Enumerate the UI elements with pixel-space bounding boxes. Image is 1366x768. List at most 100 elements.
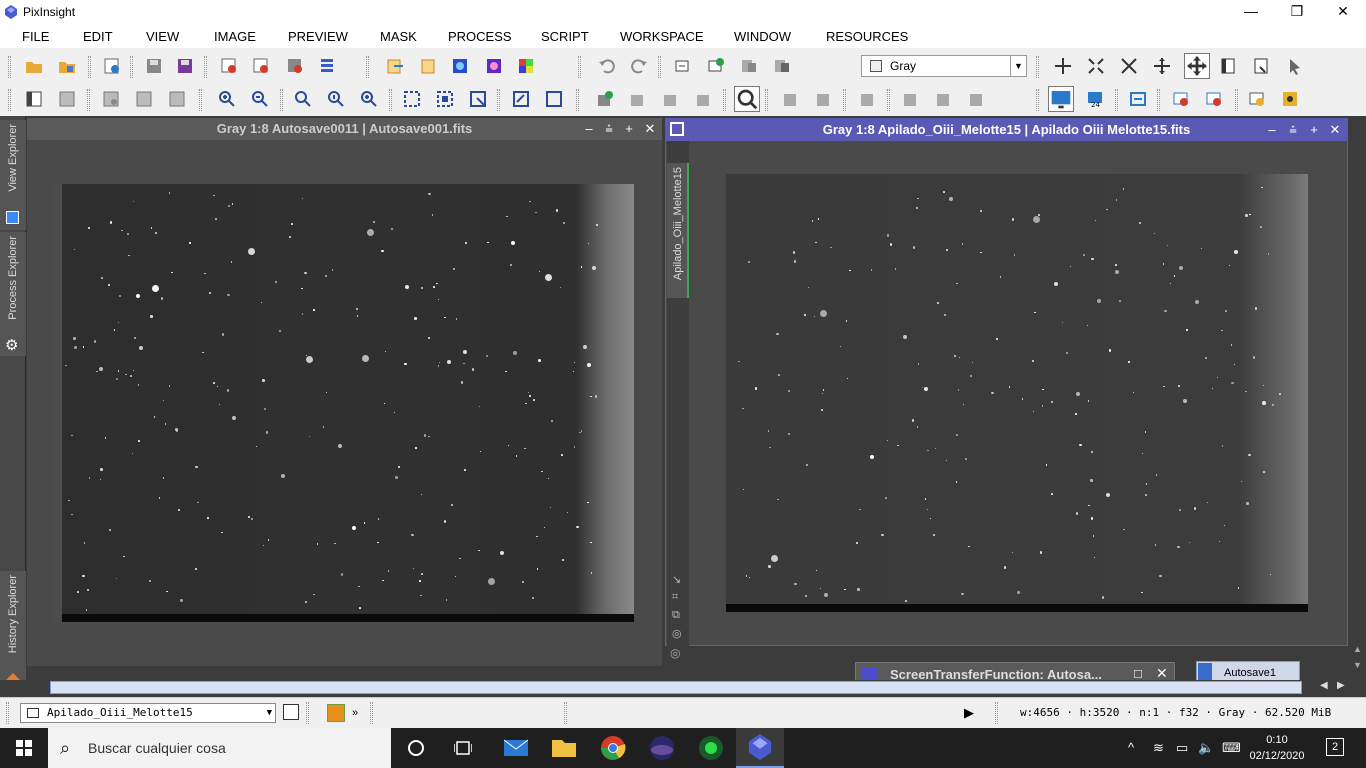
zoom-out-icon[interactable] — [251, 90, 269, 108]
scroll-up-icon[interactable]: ▲ — [1353, 644, 1362, 654]
menu-mask[interactable]: MASK — [380, 29, 417, 44]
minimize-button[interactable]: — — [1228, 0, 1274, 24]
cortana-icon[interactable] — [408, 740, 424, 756]
open-url-icon[interactable] — [103, 57, 121, 75]
stf-24bit-icon[interactable]: 24 — [1086, 90, 1104, 108]
stf-auto-icon[interactable] — [1205, 90, 1223, 108]
window-maximize-icon[interactable]: + — [619, 118, 639, 140]
mask-enable-icon[interactable] — [695, 90, 713, 108]
window-minimize-icon[interactable]: – — [1262, 119, 1282, 141]
copy-image-icon[interactable] — [740, 57, 758, 75]
menu-resources[interactable]: RESOURCES — [826, 29, 908, 44]
fit-window-alt-icon[interactable] — [436, 90, 454, 108]
chevron-down-icon[interactable]: ▼ — [267, 704, 272, 722]
image-window-apilado[interactable]: Gray 1:8 Apilado_Oiii_Melotte15 | Apilad… — [665, 118, 1348, 646]
menu-window[interactable]: WINDOW — [734, 29, 791, 44]
scroll-left-icon[interactable]: ◀ — [1320, 680, 1328, 691]
file-explorer-icon[interactable] — [550, 734, 578, 762]
tab-history-explorer[interactable]: History Explorer — [0, 571, 26, 691]
pointer-icon[interactable] — [1286, 57, 1304, 75]
paste-image-icon[interactable] — [773, 57, 791, 75]
image-window-autosave[interactable]: Gray 1:8 Autosave0011 | Autosave001.fits… — [27, 118, 662, 666]
view-id-tab[interactable]: Apilado_Oiii_Melotte15 — [667, 163, 689, 298]
paste-icon[interactable] — [419, 57, 437, 75]
mask-edit-icon[interactable] — [629, 90, 647, 108]
new-preview-icon[interactable] — [283, 704, 299, 720]
preview-store-icon[interactable] — [135, 90, 153, 108]
image-list-icon[interactable] — [318, 57, 336, 75]
image-canvas[interactable] — [52, 184, 634, 622]
window-fullscreen-icon[interactable] — [545, 90, 563, 108]
window-close-icon[interactable]: ✕ — [1325, 119, 1345, 141]
process-target-icon[interactable] — [967, 90, 985, 108]
process-up-icon[interactable] — [814, 90, 832, 108]
zoom-1-1-icon[interactable] — [294, 90, 312, 108]
crosshair-icon[interactable] — [1054, 57, 1072, 75]
preview-edit-icon[interactable] — [58, 90, 76, 108]
restore-icon[interactable]: □ — [1134, 666, 1142, 681]
preview-new-icon[interactable] — [25, 90, 43, 108]
rgb-channels-icon[interactable] — [517, 57, 535, 75]
window-shade-icon[interactable]: ⩮ — [599, 118, 619, 140]
export-icon[interactable] — [386, 57, 404, 75]
open-folder-alt-icon[interactable] — [58, 57, 76, 75]
taskbar-pixinsight-active[interactable] — [736, 728, 784, 768]
menu-file[interactable]: FILE — [22, 29, 49, 44]
scroll-right-icon[interactable]: ▶ — [1337, 680, 1345, 691]
taskbar-clock[interactable]: 0:10 02/12/2020 — [1242, 732, 1312, 764]
play-icon[interactable]: ▶ — [964, 705, 974, 721]
move-mode-icon[interactable] — [1184, 53, 1210, 79]
pan-icon[interactable] — [1153, 57, 1171, 75]
process-reset-icon[interactable] — [934, 90, 952, 108]
image-canvas[interactable] — [726, 174, 1308, 612]
volume-icon[interactable]: 🔈 — [1198, 740, 1214, 756]
fit-to-window-icon[interactable] — [403, 90, 421, 108]
open-folder-icon[interactable] — [25, 57, 43, 75]
chrome-icon[interactable] — [599, 734, 627, 762]
menu-workspace[interactable]: WORKSPACE — [620, 29, 704, 44]
window-minimize-icon[interactable]: – — [579, 118, 599, 140]
crop-icon[interactable]: ⌗ — [672, 591, 678, 604]
mask-show-icon[interactable] — [662, 90, 680, 108]
dock-selection-bar[interactable] — [50, 681, 1302, 694]
process-chart-icon[interactable] — [858, 90, 876, 108]
window-resize-icon[interactable] — [469, 90, 487, 108]
close-button[interactable]: ✕ — [1320, 0, 1366, 24]
overflow-chevron-icon[interactable]: » — [352, 707, 358, 719]
stellarium-icon[interactable] — [648, 734, 676, 762]
vertical-scrollbar[interactable]: ▲ ▼ — [1351, 120, 1365, 676]
window-close-icon[interactable]: ✕ — [640, 118, 660, 140]
fit-view-icon[interactable] — [1087, 57, 1105, 75]
warning-icon[interactable] — [1248, 90, 1266, 108]
process-down-icon[interactable] — [781, 90, 799, 108]
image-purple-icon[interactable] — [485, 57, 503, 75]
process-settings-icon[interactable] — [901, 90, 919, 108]
preview-restore-icon[interactable] — [168, 90, 186, 108]
copy-icon[interactable]: ⧉ — [672, 609, 680, 622]
target-icon[interactable]: ◎ — [672, 627, 682, 640]
keyboard-icon[interactable]: ⌨ — [1222, 740, 1241, 756]
menu-image[interactable]: IMAGE — [214, 29, 256, 44]
toolbar-grip[interactable] — [6, 702, 9, 724]
image-blue-icon[interactable] — [451, 57, 469, 75]
clone-view-icon[interactable] — [674, 57, 692, 75]
color-space-select[interactable]: Gray ▼ — [861, 55, 1027, 77]
window-shade-icon[interactable]: ⩮ — [1283, 119, 1303, 141]
mask-new-icon[interactable] — [596, 90, 614, 108]
scroll-down-icon[interactable]: ▼ — [1353, 660, 1362, 670]
chevron-up-icon[interactable]: ^ — [1128, 740, 1134, 755]
close-image-icon[interactable] — [220, 57, 238, 75]
resize-icon[interactable]: ↘ — [672, 573, 681, 586]
close-others-icon[interactable] — [286, 57, 304, 75]
menu-edit[interactable]: EDIT — [83, 29, 113, 44]
tab-view-explorer[interactable]: View Explorer — [0, 120, 26, 230]
preview-delete-icon[interactable] — [102, 90, 120, 108]
menu-process[interactable]: PROCESS — [448, 29, 512, 44]
mail-icon[interactable] — [502, 734, 530, 762]
image-window-title[interactable]: Gray 1:8 Autosave0011 | Autosave001.fits — [27, 118, 662, 140]
chevron-down-icon[interactable]: ▼ — [1010, 56, 1026, 76]
redo-icon[interactable] — [630, 57, 648, 75]
monitor-icon[interactable] — [1048, 86, 1074, 112]
save-icon[interactable] — [145, 57, 163, 75]
zoom-fit-icon[interactable] — [1120, 57, 1138, 75]
